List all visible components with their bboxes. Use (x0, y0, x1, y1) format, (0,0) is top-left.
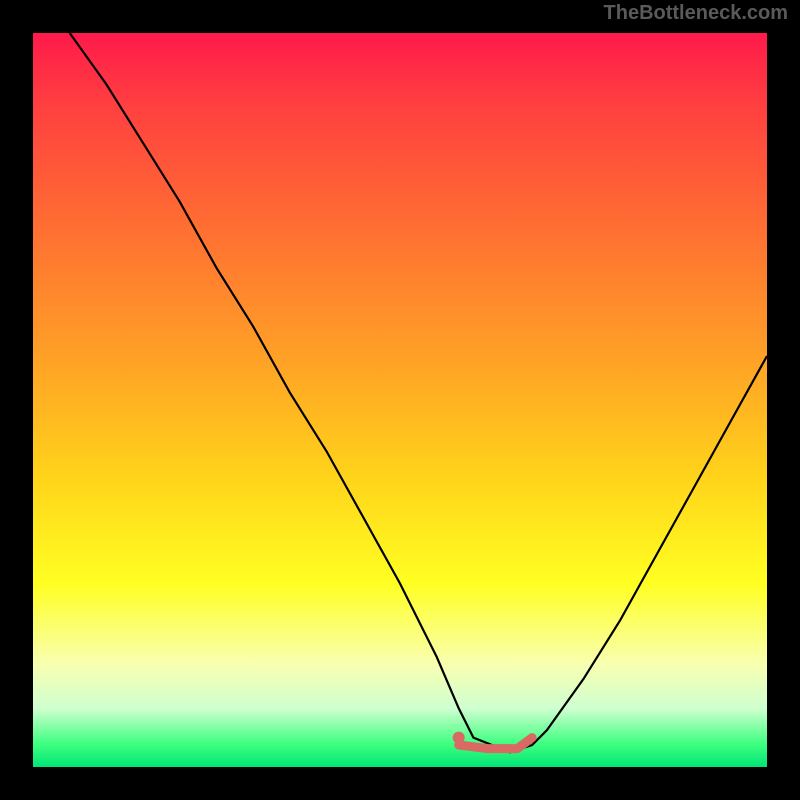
watermark-text: TheBottleneck.com (604, 2, 788, 25)
chart-svg (33, 33, 767, 767)
optimal-range-path (459, 738, 532, 749)
chart-plot-area (33, 33, 767, 767)
bottleneck-curve-path (70, 33, 767, 752)
optimal-marker-dot (453, 732, 465, 744)
